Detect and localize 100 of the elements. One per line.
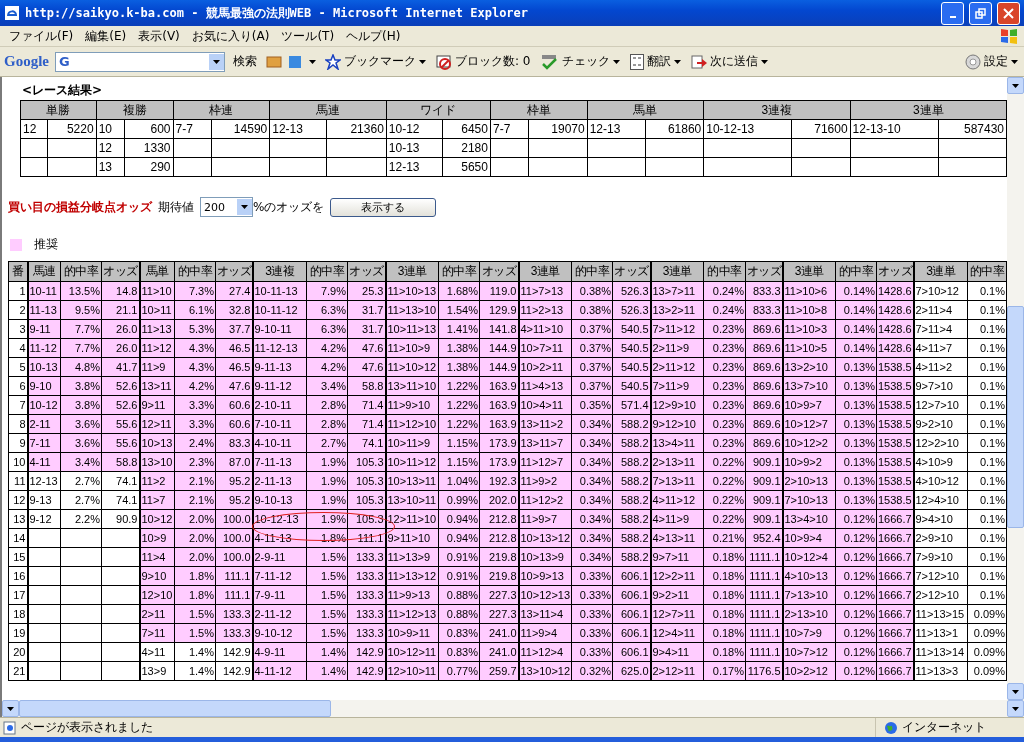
section-heading: 買い目の損益分岐点オッズ (8, 198, 152, 216)
column-header: オッズ (479, 261, 519, 282)
combination-cell: 4-11-13 (252, 528, 307, 548)
table-cell: 21360 (326, 119, 387, 139)
column-header: オッズ (612, 261, 651, 282)
table-cell: 10-12 (386, 119, 443, 139)
scroll-up-button[interactable] (1007, 77, 1024, 94)
section-title: <レース結果> (22, 82, 104, 99)
table-cell: 10-12-13 (703, 119, 792, 139)
column-header: 3連単 (782, 261, 836, 282)
caret-icon (1012, 706, 1019, 711)
column-header: オッズ (101, 261, 140, 282)
scroll-left-button[interactable] (2, 700, 19, 717)
minimize-button[interactable] (941, 1, 964, 25)
menu-item[interactable]: ヘルプ(H) (341, 27, 406, 45)
settings-icon (965, 53, 981, 70)
table-cell: 61860 (645, 119, 704, 139)
toolbar-button[interactable]: 次に送信 (688, 50, 770, 73)
scroll-down-button[interactable] (1007, 683, 1024, 700)
column-header: オッズ (876, 261, 914, 282)
table-cell: 1330 (124, 138, 173, 158)
field-label: %のオッズを (253, 198, 325, 216)
scroll-right-button[interactable] (1007, 700, 1024, 717)
scroll-thumb[interactable] (1007, 306, 1024, 528)
table-cell: 290 (124, 157, 173, 177)
menu-item[interactable]: 編集(E) (80, 27, 132, 45)
table-cell: 19070 (528, 119, 588, 139)
zone-label: インターネット (902, 719, 986, 736)
column-header: 的中率 (306, 261, 348, 282)
column-header: 3連単 (650, 261, 704, 282)
menu-item[interactable]: ファイル(F) (4, 27, 79, 45)
column-header: 3連単 (913, 261, 968, 282)
toolbar-button[interactable]: 検索 (231, 50, 259, 73)
column-header: 3連複 (252, 261, 307, 282)
toolbar-button[interactable]: 翻訳 (627, 50, 683, 73)
window-title: http://saikyo.k-ba.com - 競馬最強の法則WEB - Microsoft Internet Explorer (25, 4, 530, 22)
menu-item[interactable]: お気に入り(A) (186, 27, 275, 45)
table-cell: 10-13 (386, 138, 443, 158)
column-header: 3連単 (518, 261, 572, 282)
translate-icon (629, 53, 644, 70)
column-header: 的中率 (60, 261, 102, 282)
status-message: ページが表示されました (21, 719, 154, 736)
restore-button[interactable] (969, 1, 992, 25)
vertical-scrollbar[interactable] (1007, 77, 1024, 700)
table-cell: 12-13 (587, 119, 646, 139)
toolbar-button[interactable]: ブックマーク (323, 50, 428, 73)
column-header: 複勝 (96, 100, 173, 120)
windows-flag-icon (999, 27, 1019, 45)
table-cell: 10 (96, 119, 125, 139)
menu-item[interactable]: ツール(T) (276, 27, 340, 45)
menu-item[interactable]: 表示(V) (133, 27, 185, 45)
caret-icon (241, 205, 248, 209)
column-header: 番 (8, 261, 28, 282)
table-cell: 12-13-10 (850, 119, 939, 139)
column-header: 的中率 (438, 261, 480, 282)
column-header: 馬連 (269, 100, 387, 120)
column-header: オッズ (215, 261, 253, 282)
column-header: 枠単 (490, 100, 588, 120)
table-cell: 600 (124, 119, 173, 139)
column-header: ワイド (386, 100, 491, 120)
search-field[interactable]: G (55, 51, 225, 72)
column-header: 3連複 (703, 100, 851, 120)
column-header: 3連単 (850, 100, 1007, 120)
star-icon (325, 53, 341, 70)
column-header: 馬連 (27, 261, 61, 282)
show-button[interactable]: 表示する (330, 197, 437, 217)
table-cell: 14590 (211, 119, 270, 139)
toolbar-button[interactable]: ブロック数: 0 (434, 50, 533, 73)
column-header: 単勝 (20, 100, 97, 120)
table-cell: 13 (96, 157, 125, 177)
caret-icon (7, 706, 14, 711)
globe-icon (884, 720, 898, 735)
column-header: オッズ (347, 261, 386, 282)
toolbar-button[interactable]: チェック (538, 50, 622, 73)
close-icon (1003, 7, 1014, 19)
table-cell: 5650 (442, 157, 491, 177)
table-cell: 2180 (442, 138, 491, 158)
table-cell: 12-13 (386, 157, 443, 177)
browser-icon (4, 5, 20, 21)
scroll-thumb[interactable] (19, 700, 331, 717)
combination-cell: 9>11>10 (385, 528, 439, 548)
column-header: 的中率 (967, 261, 1007, 282)
send-icon (690, 53, 707, 70)
caret-icon (213, 59, 220, 64)
column-header: 的中率 (174, 261, 216, 282)
table-cell: 6450 (442, 119, 491, 139)
table-cell: 7-7 (173, 119, 212, 139)
column-header: 枠連 (173, 100, 270, 120)
horizontal-scrollbar[interactable] (0, 700, 1024, 717)
expectation-select[interactable]: 200 (200, 197, 253, 217)
toolbar-button[interactable]: 設定 (963, 50, 1020, 73)
dropdown-button[interactable] (209, 53, 224, 70)
table-cell: 71600 (791, 119, 851, 139)
caret-icon (1012, 689, 1019, 694)
dropdown-button[interactable] (237, 199, 252, 215)
google-logo: Google (4, 53, 49, 70)
table-cell: 12 (96, 138, 125, 158)
column-header: 3連単 (385, 261, 439, 282)
close-button[interactable] (997, 1, 1020, 25)
column-header: オッズ (745, 261, 783, 282)
